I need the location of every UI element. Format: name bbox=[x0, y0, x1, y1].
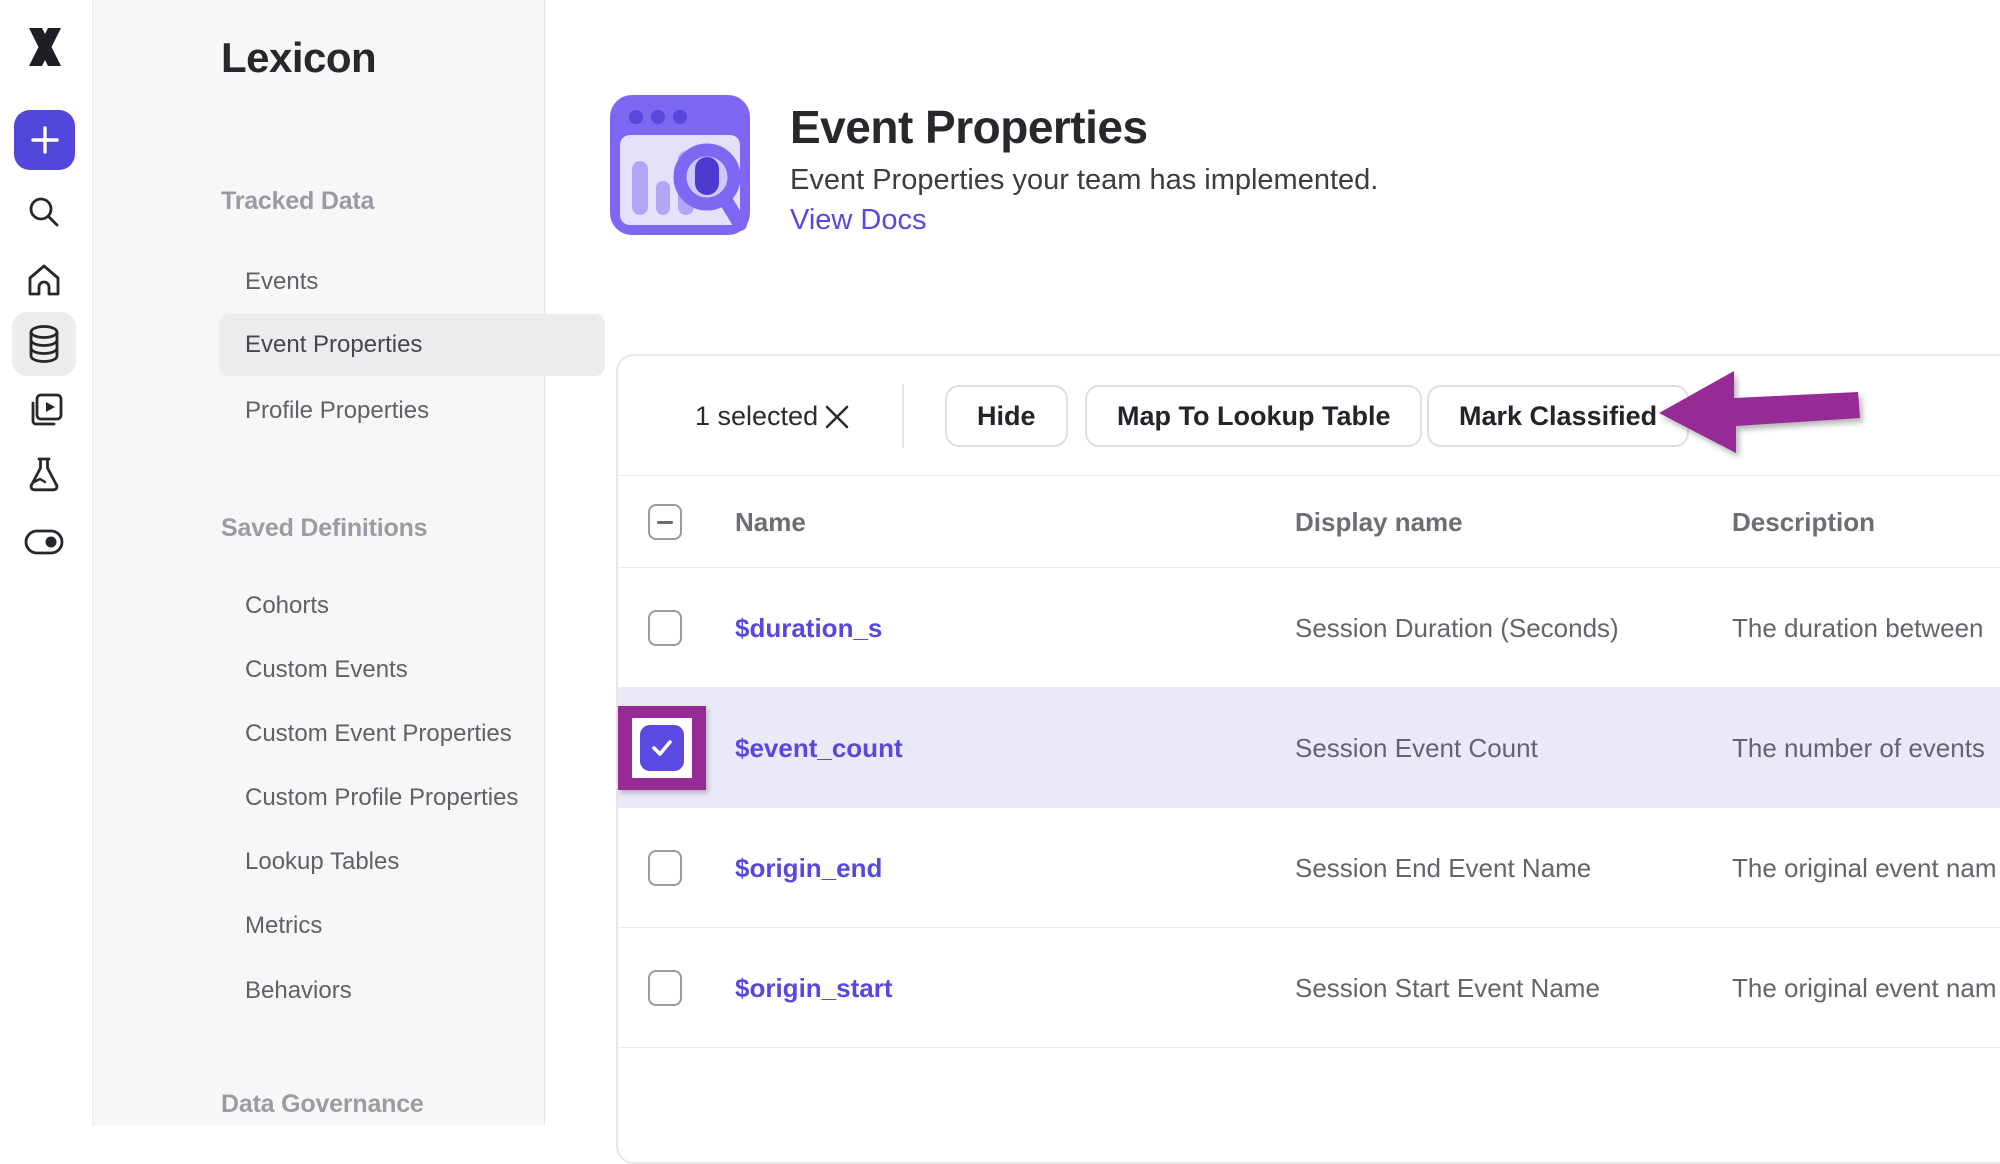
table-row[interactable]: $origin_start Session Start Event Name T… bbox=[618, 928, 2000, 1048]
property-name-link[interactable]: $origin_end bbox=[735, 808, 882, 928]
column-header-name[interactable]: Name bbox=[735, 476, 806, 568]
annotation-arrow bbox=[1645, 360, 1870, 465]
lexicon-sidebar: Lexicon Tracked Data Events Event Proper… bbox=[93, 0, 545, 1126]
experiments-flask-icon[interactable] bbox=[24, 454, 64, 494]
toolbar-divider bbox=[902, 384, 904, 448]
description-cell: The original event nam bbox=[1732, 808, 1996, 928]
hide-button[interactable]: Hide bbox=[945, 385, 1068, 447]
property-name-link[interactable]: $duration_s bbox=[735, 568, 882, 688]
table-row[interactable]: $origin_end Session End Event Name The o… bbox=[618, 808, 2000, 928]
map-to-lookup-table-button[interactable]: Map To Lookup Table bbox=[1085, 385, 1422, 447]
data-definitions-selected-pill[interactable] bbox=[12, 312, 76, 376]
display-name-cell: Session Event Count bbox=[1295, 688, 1538, 808]
sidebar-title: Lexicon bbox=[221, 34, 376, 82]
sidebar-item-custom-profile-properties[interactable]: Custom Profile Properties bbox=[245, 784, 518, 812]
description-cell: The original event nam bbox=[1732, 928, 1996, 1048]
column-header-display-name[interactable]: Display name bbox=[1295, 476, 1463, 568]
table-header-row: Name Display name Description bbox=[618, 476, 2000, 568]
view-docs-link[interactable]: View Docs bbox=[790, 204, 926, 237]
boards-icon[interactable] bbox=[24, 390, 64, 430]
sidebar-item-behaviors[interactable]: Behaviors bbox=[245, 977, 352, 1005]
sidebar-item-event-properties[interactable]: Event Properties bbox=[219, 314, 605, 376]
sidebar-item-lookup-tables[interactable]: Lookup Tables bbox=[245, 848, 399, 876]
search-icon[interactable] bbox=[24, 192, 64, 232]
sidebar-item-custom-event-properties[interactable]: Custom Event Properties bbox=[245, 720, 512, 748]
section-saved-definitions: Saved Definitions bbox=[221, 514, 427, 543]
select-all-checkbox[interactable] bbox=[648, 504, 682, 540]
sidebar-item-label: Event Properties bbox=[245, 331, 422, 359]
database-icon bbox=[25, 324, 63, 364]
selected-count: 1 selected bbox=[695, 356, 818, 476]
sidebar-item-profile-properties[interactable]: Profile Properties bbox=[245, 397, 429, 425]
table-row[interactable]: $duration_s Session Duration (Seconds) T… bbox=[618, 568, 2000, 688]
row-checkbox-checked[interactable] bbox=[640, 725, 684, 771]
feature-toggle-icon[interactable] bbox=[24, 524, 64, 560]
column-header-description[interactable]: Description bbox=[1732, 476, 1875, 568]
row-checkbox[interactable] bbox=[648, 610, 682, 646]
create-plus-button[interactable] bbox=[14, 110, 75, 170]
clear-selection-button[interactable] bbox=[820, 400, 854, 434]
property-name-link[interactable]: $origin_start bbox=[735, 928, 893, 1048]
event-properties-illustration-icon bbox=[610, 95, 750, 235]
description-cell: The duration between bbox=[1732, 568, 1984, 688]
close-icon bbox=[823, 403, 851, 431]
page-subtitle: Event Properties your team has implement… bbox=[790, 164, 1378, 197]
mixpanel-logo-icon[interactable] bbox=[20, 22, 70, 72]
sidebar-item-cohorts[interactable]: Cohorts bbox=[245, 592, 329, 620]
display-name-cell: Session Duration (Seconds) bbox=[1295, 568, 1619, 688]
sidebar-item-custom-events[interactable]: Custom Events bbox=[245, 656, 408, 684]
home-icon[interactable] bbox=[24, 260, 64, 300]
display-name-cell: Session End Event Name bbox=[1295, 808, 1591, 928]
section-tracked-data: Tracked Data bbox=[221, 187, 374, 216]
display-name-cell: Session Start Event Name bbox=[1295, 928, 1600, 1048]
sidebar-item-metrics[interactable]: Metrics bbox=[245, 912, 322, 940]
section-data-governance: Data Governance bbox=[221, 1090, 424, 1119]
table-row-selected[interactable]: $event_count Session Event Count The num… bbox=[618, 688, 2000, 808]
event-properties-table-card: 1 selected Hide Map To Lookup Table Mark… bbox=[616, 354, 2000, 1164]
property-name-link[interactable]: $event_count bbox=[735, 688, 903, 808]
row-checkbox[interactable] bbox=[648, 970, 682, 1006]
page-title: Event Properties bbox=[790, 100, 1148, 154]
checkmark-icon bbox=[647, 733, 677, 763]
sidebar-item-events[interactable]: Events bbox=[245, 268, 318, 296]
indeterminate-minus-icon bbox=[657, 521, 673, 524]
icon-rail bbox=[0, 0, 93, 1126]
description-cell: The number of events bbox=[1732, 688, 1985, 808]
row-checkbox[interactable] bbox=[648, 850, 682, 886]
annotation-highlight-box bbox=[618, 706, 706, 790]
